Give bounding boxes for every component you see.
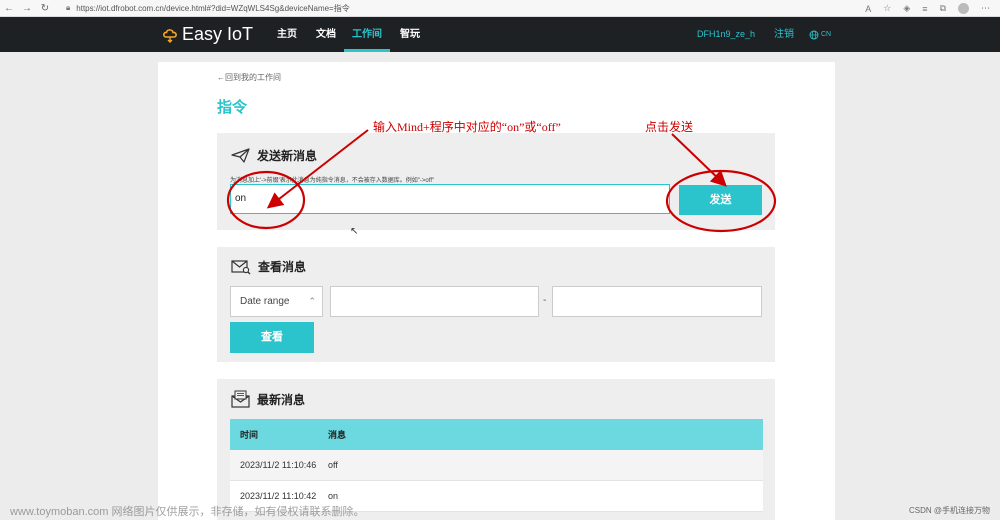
send-button[interactable]: 发送 xyxy=(679,185,762,215)
table-header: 时间 消息 xyxy=(230,419,763,450)
row-message: on xyxy=(328,491,339,501)
query-button[interactable]: 查看 xyxy=(230,322,314,353)
logout-link[interactable]: 注销 xyxy=(774,17,794,52)
prefix-hint: 为消息加上'->前缀'表示此消息为纯指令消息，不会被存入数据库。例如"->off… xyxy=(230,178,435,184)
page-title: 指令 xyxy=(217,99,248,116)
active-tab-indicator xyxy=(344,49,390,52)
column-header-message: 消息 xyxy=(328,430,347,440)
view-messages-panel: 查看消息 Date range ⌃ - 查看 xyxy=(217,247,775,362)
language-label: CN xyxy=(821,31,832,38)
mouse-cursor-icon: ↖ xyxy=(350,226,359,237)
lock-icon: 🔒︎ xyxy=(66,3,71,12)
read-aloud-icon[interactable]: A xyxy=(865,4,871,14)
device-name[interactable]: DFH1n9_ze_h xyxy=(697,17,755,52)
latest-messages-panel: 最新消息 时间 消息 2023/11/2 11:10:46 off 2023/1… xyxy=(217,379,775,520)
column-header-time: 时间 xyxy=(240,430,259,440)
start-date-input[interactable] xyxy=(330,286,539,317)
browser-toolbar: ← → ↻ 🔒︎ https://iot.dfrobot.com.cn/devi… xyxy=(0,0,1000,17)
url-text: https://iot.dfrobot.com.cn/device.html#?… xyxy=(76,3,350,13)
table-row: 2023/11/2 11:10:46 off xyxy=(230,450,763,481)
top-navigation: Easy IoT 主页 文档 工作间 智玩 DFH1n9_ze_h 注销 CN xyxy=(0,17,1000,52)
nav-workspace[interactable]: 工作间 xyxy=(352,17,382,52)
cloud-logo-icon xyxy=(163,29,177,43)
nav-smart-play[interactable]: 智玩 xyxy=(400,17,420,52)
collections-icon[interactable]: ⧉ xyxy=(940,3,946,14)
mail-search-icon xyxy=(231,259,251,274)
row-message: off xyxy=(328,460,338,470)
select-arrows-icon: ⌃ xyxy=(308,296,316,306)
nav-docs[interactable]: 文档 xyxy=(316,17,336,52)
view-panel-title: 查看消息 xyxy=(258,260,307,274)
send-message-panel: 发送新消息 为消息加上'->前缀'表示此消息为纯指令消息，不会被存入数据库。例如… xyxy=(217,133,775,230)
favorite-icon[interactable]: ☆ xyxy=(883,3,891,14)
forward-icon[interactable]: → xyxy=(18,3,36,14)
row-time: 2023/11/2 11:10:42 xyxy=(240,491,317,501)
watermark: www.toymoban.com 网络图片仅供展示，非存储，如有侵权请联系删除。 xyxy=(10,506,365,518)
send-annotation: 点击发送 xyxy=(645,120,694,134)
more-icon[interactable]: ⋯ xyxy=(981,3,990,14)
send-panel-title: 发送新消息 xyxy=(257,149,318,163)
date-range-label: Date range xyxy=(240,296,290,307)
nav-home[interactable]: 主页 xyxy=(277,17,297,52)
input-annotation: 输入Mind+程序中对应的“on”或“off” xyxy=(373,120,561,134)
extension-icon[interactable]: ◈ xyxy=(903,3,910,14)
view-panel-heading: 查看消息 xyxy=(231,258,306,275)
messages-table: 时间 消息 2023/11/2 11:10:46 off 2023/11/2 1… xyxy=(230,419,763,512)
back-to-workspace-link[interactable]: ←回到我的工作间 xyxy=(217,72,281,83)
language-switch[interactable]: CN xyxy=(809,17,831,52)
profile-avatar[interactable] xyxy=(958,3,969,14)
paper-plane-icon xyxy=(231,148,250,163)
inbox-icon xyxy=(231,390,250,408)
latest-panel-heading: 最新消息 xyxy=(231,390,305,408)
favorites-list-icon[interactable]: ≡ xyxy=(922,4,927,14)
message-input[interactable]: on xyxy=(230,184,670,214)
address-bar[interactable]: 🔒︎ https://iot.dfrobot.com.cn/device.htm… xyxy=(66,1,826,15)
row-time: 2023/11/2 11:10:46 xyxy=(240,460,317,470)
date-range-select[interactable]: Date range ⌃ xyxy=(230,286,323,317)
refresh-icon[interactable]: ↻ xyxy=(36,3,54,14)
logo[interactable]: Easy IoT xyxy=(162,24,253,45)
latest-panel-title: 最新消息 xyxy=(257,392,306,407)
footer-credit: CSDN @手机连接万物 xyxy=(908,506,990,515)
end-date-input[interactable] xyxy=(552,286,762,317)
logo-text: Easy IoT xyxy=(182,24,254,44)
globe-icon xyxy=(809,30,819,39)
send-panel-heading: 发送新消息 xyxy=(231,147,317,164)
back-icon[interactable]: ← xyxy=(0,3,18,14)
date-separator: - xyxy=(543,295,547,306)
